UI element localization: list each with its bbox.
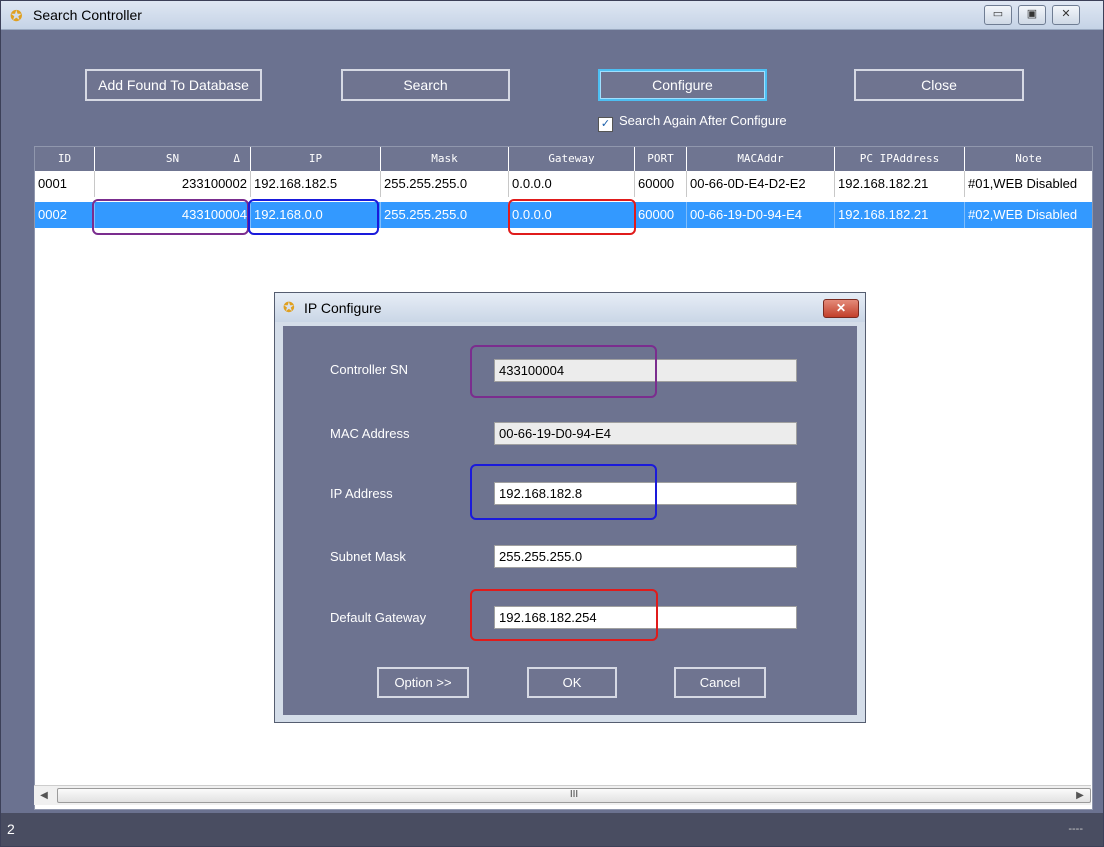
running-man-icon: ✪ [283,299,295,315]
default-gateway-highlight-box [470,589,658,641]
status-bar: 2 ---- [1,813,1103,846]
maximize-icon: ▣ [1026,8,1038,20]
column-header-sn[interactable]: SN Δ [95,147,251,171]
minimize-button[interactable]: ▭ [984,5,1012,25]
cell-mask: 255.255.255.0 [381,202,509,228]
mac-address-field: 00-66-19-D0-94-E4 [494,422,797,445]
cell-note: #01,WEB Disabled [968,176,1078,191]
column-header-gateway[interactable]: Gateway [509,147,635,171]
running-man-icon: ✪ [10,8,23,25]
ok-button[interactable]: OK [527,667,617,698]
scrollbar-thumb[interactable]: III [57,788,1091,803]
add-found-to-database-button[interactable]: Add Found To Database [85,69,262,101]
close-window-button[interactable]: ✕ [1052,5,1080,25]
column-header-mask[interactable]: Mask [381,147,509,171]
cell-pc-ipaddress: 192.168.182.21 [835,171,965,197]
column-header-macaddr[interactable]: MACAddr [687,147,835,171]
default-gateway-label: Default Gateway [330,610,427,625]
sort-ascending-icon: Δ [233,152,240,165]
subnet-mask-label: Subnet Mask [330,549,406,564]
scroll-right-icon[interactable]: ▶ [1072,787,1088,804]
sn-highlight-box [92,199,249,235]
table-row[interactable]: 0001 233100002 192.168.182.5 255.255.255… [35,171,1092,197]
ip-address-highlight-box [470,464,657,520]
cell-sn: 233100002 [95,171,251,197]
cell-note: #02,WEB Disabled [968,207,1078,222]
scroll-left-icon[interactable]: ◀ [36,787,52,804]
option-button[interactable]: Option >> [377,667,469,698]
search-button[interactable]: Search [341,69,510,101]
search-again-checkbox[interactable]: ✓ Search Again After Configure [598,113,787,132]
column-header-pc-ipaddress[interactable]: PC IPAddress [835,147,965,171]
close-icon: ✕ [835,301,847,315]
controller-sn-label: Controller SN [330,362,409,377]
dialog-title-bar[interactable]: ✪ IP Configure ✕ [275,293,865,322]
close-icon: ✕ [1061,8,1071,20]
gateway-highlight-box [508,199,636,235]
cell-id: 0001 [35,171,95,197]
column-header-port[interactable]: PORT [635,147,687,171]
window-title: Search Controller [33,7,142,23]
cell-mask: 255.255.255.0 [381,171,509,197]
maximize-button[interactable]: ▣ [1018,5,1046,25]
cancel-button[interactable]: Cancel [674,667,766,698]
subnet-mask-field[interactable]: 255.255.255.0 [494,545,797,568]
close-button[interactable]: Close [854,69,1024,101]
column-header-ip[interactable]: IP [251,147,381,171]
configure-button[interactable]: Configure [598,69,767,101]
title-bar[interactable]: ✪ Search Controller ▭ ▣ ✕ [1,1,1103,30]
ip-address-label: IP Address [330,486,393,501]
mac-address-label: MAC Address [330,426,410,441]
search-again-label: Search Again After Configure [619,113,787,128]
horizontal-scrollbar[interactable]: ◀ III ▶ [34,785,1091,805]
column-header-note[interactable]: Note [965,147,1092,171]
column-header-sn-label: SN [165,152,180,165]
cell-ip: 192.168.182.5 [251,171,381,197]
cell-id: 0002 [35,202,95,228]
cell-macaddr: 00-66-19-D0-94-E4 [687,202,835,228]
column-header-id[interactable]: ID [35,147,95,171]
cell-port: 60000 [635,202,687,228]
dialog-title: IP Configure [304,300,382,316]
cell-macaddr: 00-66-0D-E4-D2-E2 [687,171,835,197]
cell-gateway: 0.0.0.0 [509,171,635,197]
checkbox-check-icon[interactable]: ✓ [598,117,613,132]
ip-highlight-box [248,199,379,235]
dialog-close-button[interactable]: ✕ [823,299,859,318]
minimize-icon: ▭ [992,8,1004,20]
cell-port: 60000 [635,171,687,197]
controller-sn-highlight-box [470,345,657,398]
status-count: 2 [7,821,15,837]
status-indicator: ---- [1068,823,1083,835]
search-controller-window: ✪ Search Controller ▭ ▣ ✕ Add Found To D… [0,0,1104,847]
cell-pc-ipaddress: 192.168.182.21 [835,202,965,228]
